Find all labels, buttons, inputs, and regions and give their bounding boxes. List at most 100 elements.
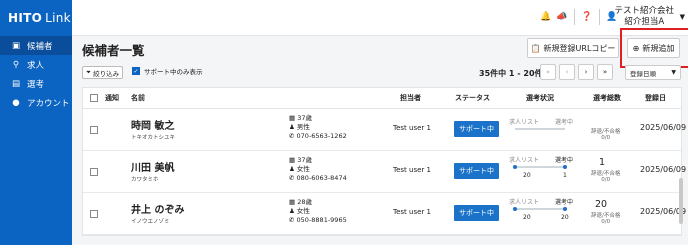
- person-icon: ♟: [289, 207, 295, 215]
- phone: 070-6563-1262: [296, 132, 347, 140]
- user-icon: ●: [12, 97, 20, 108]
- logo-thin: Link: [45, 11, 71, 25]
- stage-job-list: 求人リスト: [509, 199, 540, 206]
- sidebar-item-jobs[interactable]: ⚲ 求人: [0, 55, 72, 74]
- user-role: 紹介担当A: [624, 17, 665, 27]
- header-name: 名前: [131, 94, 145, 102]
- pagination: « ‹ › »: [540, 64, 616, 80]
- user-menu[interactable]: テスト紹介会社 紹介担当A: [614, 6, 674, 28]
- sidebar-item-label: 求人: [27, 60, 45, 71]
- progress-track: [515, 128, 565, 130]
- help-icon[interactable]: ❓: [579, 12, 595, 22]
- candidate-info: ▦ 37歳 ♟ 男性 ✆ 070-6563-1262: [289, 114, 347, 141]
- candidate-name[interactable]: 時岡 敏之: [131, 117, 174, 132]
- row-checkbox[interactable]: [90, 168, 98, 176]
- decline-ratio: 辞退/不合格 0/0: [591, 213, 621, 225]
- hito-link-logo[interactable]: HITO Link: [0, 0, 72, 36]
- stage-in-selection: 選考中: [555, 157, 574, 164]
- row-checkbox[interactable]: [90, 210, 98, 218]
- sidebar-item-label: 選考: [27, 79, 45, 90]
- status-badge: サポート中: [454, 163, 499, 179]
- candidate-name[interactable]: 川田 美帆: [131, 159, 174, 174]
- progress-track: [515, 166, 565, 168]
- sidebar-item-account[interactable]: ● アカウント: [0, 93, 72, 112]
- sort-select[interactable]: 登録日順 ▼: [625, 65, 681, 80]
- highlight-box: [620, 28, 688, 68]
- gender: 女性: [296, 207, 310, 215]
- progress-dot: [513, 165, 517, 169]
- page-title: 候補者一覧: [82, 43, 145, 58]
- sidebar-item-label: アカウント: [27, 98, 70, 109]
- button-label: 新規登録URLコピー: [543, 43, 616, 53]
- first-page-button[interactable]: «: [540, 64, 556, 80]
- candidate-table: 通知 名前 担当者 ステータス 選考状況 選考総数 登録日 時岡 敏之 トキオカ…: [82, 87, 686, 236]
- progress-dot: [513, 207, 517, 211]
- owner-name: Test user 1: [393, 208, 431, 216]
- decline-ratio: 辞退/不合格 0/0: [591, 171, 621, 183]
- age: 37歳: [297, 156, 313, 164]
- candidate-kana: カワタミホ: [131, 177, 159, 183]
- search-icon: ⚲: [12, 59, 20, 70]
- phone: 080-6063-8474: [296, 174, 347, 182]
- building-icon: ▤: [11, 78, 21, 89]
- last-page-button[interactable]: »: [597, 64, 613, 80]
- total-count: 20: [595, 199, 608, 210]
- candidate-kana: トキオカトシユキ: [131, 135, 176, 141]
- prev-page-button[interactable]: ‹: [559, 64, 575, 80]
- sidebar: HITO Link ▣ 候補者 ⚲ 求人 ▤ 選考 ● アカウント: [0, 0, 72, 245]
- header-progress: 選考状況: [526, 94, 554, 102]
- scrollbar[interactable]: [679, 178, 683, 224]
- registered-date: 2025/06/09: [640, 165, 687, 174]
- logo-bold: HITO: [8, 11, 43, 25]
- stage1-count: 20: [523, 172, 531, 179]
- sidebar-item-selection[interactable]: ▤ 選考: [0, 74, 72, 93]
- candidate-info: ▦ 28歳 ♟ 女性 ✆ 050-8881-9965: [289, 198, 347, 225]
- support-only-toggle[interactable]: ✓ サポート中のみ表示: [132, 66, 203, 76]
- header-status: ステータス: [455, 94, 490, 102]
- sidebar-item-candidates[interactable]: ▣ 候補者: [0, 36, 72, 55]
- phone-icon: ✆: [289, 216, 295, 224]
- candidate-name[interactable]: 井上 のぞみ: [131, 201, 184, 216]
- stage2-count: 20: [561, 214, 569, 221]
- table-row[interactable]: 川田 美帆 カワタミホ ▦ 37歳 ♟ 女性 ✆ 080-6063-8474 T…: [83, 151, 686, 193]
- header-date: 登録日: [645, 94, 666, 102]
- divider: [574, 9, 575, 25]
- next-page-button[interactable]: ›: [578, 64, 594, 80]
- stage-in-selection: 選考中: [555, 199, 574, 206]
- checkbox[interactable]: ✓: [132, 67, 140, 75]
- stage-job-list: 求人リスト: [509, 157, 540, 164]
- candidate-kana: イノウエノゾミ: [131, 219, 170, 225]
- phone-icon: ✆: [289, 174, 295, 182]
- sidebar-item-label: 候補者: [27, 41, 53, 52]
- row-checkbox[interactable]: [90, 126, 98, 134]
- divider: [599, 9, 600, 25]
- candidate-info: ▦ 37歳 ♟ 女性 ✆ 080-6063-8474: [289, 156, 347, 183]
- bell-icon[interactable]: 🔔: [538, 12, 554, 22]
- select-all-checkbox[interactable]: [90, 94, 98, 102]
- table-row[interactable]: 時岡 敏之 トキオカトシユキ ▦ 37歳 ♟ 男性 ✆ 070-6563-126…: [83, 109, 686, 151]
- caret-down-icon[interactable]: ▼: [680, 13, 685, 21]
- table-header: 通知 名前 担当者 ステータス 選考状況 選考総数 登録日: [83, 88, 681, 109]
- table-row[interactable]: 井上 のぞみ イノウエノゾミ ▦ 28歳 ♟ 女性 ✆ 050-8881-996…: [83, 193, 686, 235]
- phone: 050-8881-9965: [296, 216, 347, 224]
- copy-registration-url-button[interactable]: 📋 新規登録URLコピー: [527, 38, 619, 58]
- header-notify: 通知: [105, 94, 119, 102]
- filter-icon: ⏷: [85, 68, 92, 76]
- caret-down-icon: ▼: [671, 69, 676, 76]
- progress-dot: [563, 165, 567, 169]
- decline-ratio: 辞退/不合格 0/0: [591, 129, 621, 141]
- result-count: 35件中 1 - 20件: [479, 69, 543, 78]
- sort-label: 登録日順: [630, 69, 656, 78]
- filter-button[interactable]: ⏷ 絞り込み: [82, 66, 123, 79]
- age: 37歳: [297, 114, 313, 122]
- person-icon: ♟: [289, 123, 295, 131]
- megaphone-icon[interactable]: 📣: [554, 12, 570, 22]
- owner-name: Test user 1: [393, 124, 431, 132]
- company-name: テスト紹介会社: [614, 6, 674, 16]
- owner-name: Test user 1: [393, 166, 431, 174]
- button-label: 絞り込み: [93, 69, 120, 78]
- registered-date: 2025/06/09: [640, 123, 687, 132]
- stage-job-list: 求人リスト: [509, 119, 540, 126]
- gender: 男性: [296, 123, 310, 131]
- total-count: 1: [599, 157, 606, 168]
